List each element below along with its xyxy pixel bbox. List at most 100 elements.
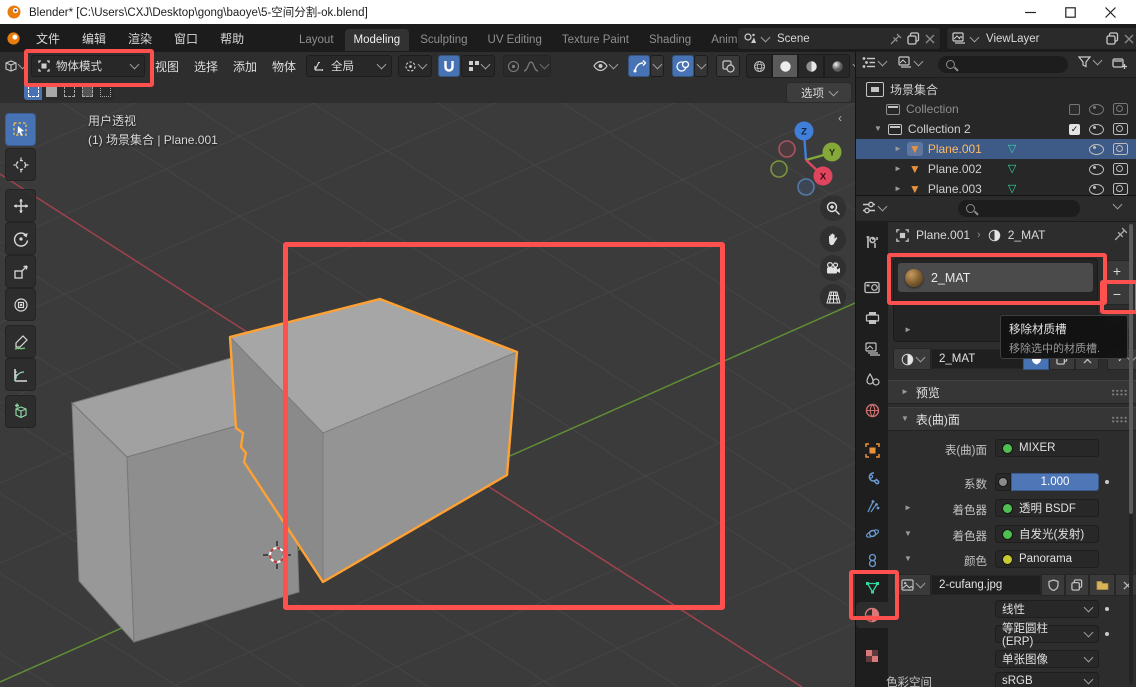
shading-wireframe-button[interactable] (746, 54, 772, 78)
options-dropdown[interactable]: 选项 (786, 82, 852, 103)
tool-add-cube[interactable] (5, 395, 36, 428)
properties-search-input[interactable] (958, 200, 1080, 217)
snap-target-dropdown[interactable] (461, 55, 495, 77)
workspace-tab-sculpting[interactable]: Sculpting (411, 29, 476, 51)
gizmo-dropdown[interactable] (650, 55, 664, 77)
color-node-dropdown[interactable]: Panorama (995, 550, 1099, 568)
material-slot-row[interactable]: 2_MAT (898, 263, 1093, 292)
outliner-row-plane-002[interactable]: ► ▼ Plane.002 ▽ (856, 159, 1136, 179)
tool-rotate[interactable] (5, 222, 36, 255)
colorspace-dropdown[interactable]: sRGB (995, 672, 1099, 687)
outliner-display-mode-dropdown[interactable] (898, 56, 922, 69)
zoom-view-button[interactable] (820, 195, 846, 221)
disable-render-icon[interactable] (1113, 163, 1128, 175)
navigation-gizmo[interactable]: Z Y X (763, 112, 849, 204)
tab-render[interactable] (856, 274, 888, 300)
expand-arrow-icon[interactable]: ► (894, 185, 902, 193)
pin-id-icon[interactable] (1114, 227, 1128, 241)
viewlayer-selector[interactable]: ViewLayer (946, 27, 1136, 50)
gizmo-axis-neg-z[interactable] (798, 179, 814, 195)
menu-view[interactable]: 视图 (155, 58, 179, 75)
menu-edit[interactable]: 编辑 (82, 30, 106, 47)
collection-exclude-checkbox[interactable] (1069, 104, 1080, 115)
tab-physics[interactable] (856, 520, 888, 546)
tab-constraints[interactable] (856, 547, 888, 573)
factor-slider[interactable]: 1.000 (1011, 473, 1099, 491)
pivot-point-dropdown[interactable] (398, 55, 432, 77)
tab-tool[interactable] (856, 229, 888, 255)
projection-dropdown[interactable]: 等距圆柱(ERP) (995, 625, 1099, 643)
collection-include-checkbox[interactable]: ✓ (1069, 124, 1080, 135)
panel-preview[interactable]: ► 预览 (888, 380, 1136, 404)
hide-eye-icon[interactable] (1089, 124, 1104, 135)
proportional-editing-dropdown[interactable] (503, 55, 551, 77)
menu-file[interactable]: 文件 (36, 30, 60, 47)
menu-help[interactable]: 帮助 (220, 30, 244, 47)
menu-select[interactable]: 选择 (194, 58, 218, 75)
expand-arrow-icon[interactable]: ► (894, 165, 902, 173)
surface-node-dropdown[interactable]: MIXER (995, 439, 1099, 457)
transform-orientation-dropdown[interactable]: 全局 (306, 55, 392, 77)
tool-scale[interactable] (5, 255, 36, 288)
hide-eye-icon[interactable] (1089, 104, 1104, 115)
unlink-scene-icon[interactable] (925, 34, 935, 44)
gizmo-axis-neg-x[interactable] (779, 141, 795, 157)
outliner-row-collection[interactable]: Collection (856, 99, 1136, 119)
outliner-search-input[interactable] (938, 56, 1068, 73)
image-fake-user-toggle[interactable] (1041, 574, 1065, 596)
disable-render-icon[interactable] (1113, 123, 1128, 135)
editor-divider-vertical[interactable] (855, 52, 856, 687)
list-filter-arrow-icon[interactable]: ► (904, 326, 912, 334)
tool-move[interactable] (5, 189, 36, 222)
gizmo-axis-neg-y[interactable] (771, 161, 787, 177)
tab-scene[interactable] (856, 367, 888, 393)
select-extend-button[interactable] (42, 83, 60, 100)
new-viewlayer-icon[interactable] (1106, 32, 1119, 45)
camera-view-button[interactable] (820, 255, 846, 281)
open-image-button[interactable] (1089, 574, 1115, 596)
disable-render-icon[interactable] (1113, 183, 1128, 195)
tab-texture[interactable] (856, 643, 888, 669)
perspective-toggle-button[interactable] (820, 284, 846, 310)
image-name-field[interactable]: 2-cufang.jpg (931, 575, 1041, 595)
editor-divider-horizontal[interactable] (856, 195, 1136, 196)
pin-icon[interactable] (890, 33, 902, 45)
tool-measure[interactable] (5, 358, 36, 391)
shader2-dropdown[interactable]: 自发光(发射) (995, 525, 1099, 543)
workspace-tab-shading[interactable]: Shading (640, 29, 700, 51)
properties-editor-type-button[interactable] (862, 201, 886, 214)
scrollbar-track[interactable] (1129, 224, 1133, 684)
breadcrumb-object[interactable]: Plane.001 (916, 228, 970, 242)
new-scene-icon[interactable] (907, 32, 920, 45)
panel-grip[interactable] (1111, 416, 1128, 423)
shading-rendered-button[interactable] (824, 54, 850, 78)
hide-eye-icon[interactable] (1089, 164, 1104, 175)
scrollbar-thumb[interactable] (1129, 224, 1133, 514)
tab-world[interactable] (856, 397, 888, 423)
tab-material[interactable] (856, 602, 888, 628)
remove-material-slot-button[interactable]: − (1104, 283, 1130, 305)
scene-selector[interactable]: Scene (737, 27, 941, 50)
tab-output[interactable] (856, 305, 888, 331)
select-invert-button[interactable] (78, 83, 96, 100)
select-set-button[interactable] (24, 83, 42, 100)
tool-cursor[interactable] (5, 148, 36, 181)
shader1-dropdown[interactable]: 透明 BSDF (995, 499, 1099, 517)
new-collection-button[interactable] (1112, 56, 1127, 70)
tab-particles[interactable] (856, 493, 888, 519)
disable-render-icon[interactable] (1113, 143, 1128, 155)
blender-menu-icon[interactable] (6, 31, 21, 46)
maximize-button[interactable] (1050, 0, 1090, 24)
show-overlays-toggle[interactable] (672, 55, 694, 77)
viewport-3d[interactable]: 用户透视 (1) 场景集合 | Plane.001 (0, 103, 855, 687)
hide-eye-icon[interactable] (1089, 184, 1104, 195)
hide-eye-icon[interactable] (1089, 144, 1104, 155)
animate-dot[interactable] (1105, 607, 1109, 611)
select-subtract-button[interactable] (60, 83, 78, 100)
xray-toggle[interactable] (716, 55, 740, 77)
outliner-row-collection-2[interactable]: ▼ Collection 2 ✓ (856, 119, 1136, 139)
remove-viewlayer-icon[interactable] (1124, 34, 1134, 44)
animate-dot[interactable] (1105, 480, 1109, 484)
material-browse-dropdown[interactable] (893, 348, 931, 370)
breadcrumb-material[interactable]: 2_MAT (1008, 228, 1046, 242)
